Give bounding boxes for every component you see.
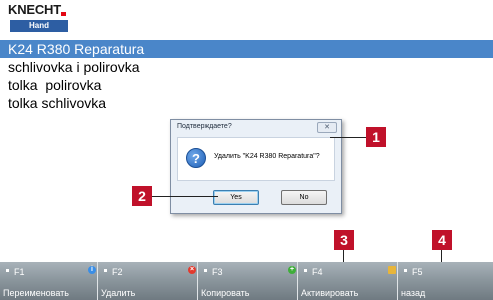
callout-4: 4 <box>432 230 452 250</box>
function-key-bar: F1 Переименовать i F2 Удалить × F3 Копир… <box>0 262 493 300</box>
copy-action: Копировать <box>201 288 250 298</box>
back-action: назад <box>401 288 426 298</box>
delete-action: Удалить <box>101 288 136 298</box>
callout-line-1 <box>330 137 366 138</box>
dialog-body: ? Удалить "K24 R380 Reparatura"? <box>177 137 335 181</box>
delete-icon: × <box>188 266 196 274</box>
f2-label: F2 <box>104 267 123 277</box>
f1-label: F1 <box>6 267 25 277</box>
folder-icon <box>388 266 396 274</box>
f3-label: F3 <box>204 267 223 277</box>
knecht-logo: KNECHT Hand <box>4 2 72 36</box>
dialog-message: Удалить "K24 R380 Reparatura"? <box>214 153 320 160</box>
close-icon[interactable]: ✕ <box>317 122 337 133</box>
dialog-title: Подтверждаете? <box>177 123 232 130</box>
list-item-selected[interactable]: K24 R380 Reparatura <box>0 40 493 58</box>
f3-key[interactable]: × F3 Копировать <box>188 262 298 300</box>
list-item[interactable]: schlivovka i polirovka <box>0 58 493 76</box>
f4-key[interactable]: + F4 Активировать <box>288 262 398 300</box>
logo-sub: Hand <box>10 20 68 32</box>
confirm-dialog: Подтверждаете? ✕ ? Удалить "K24 R380 Rep… <box>170 119 342 214</box>
f2-key[interactable]: i F2 Удалить <box>88 262 198 300</box>
yes-button[interactable]: Yes <box>213 190 259 205</box>
program-list: K24 R380 Reparatura schlivovka i polirov… <box>0 40 493 112</box>
f1-key[interactable]: F1 Переименовать <box>0 262 98 300</box>
f4-label: F4 <box>304 267 323 277</box>
info-icon: i <box>88 266 96 274</box>
activate-action: Активировать <box>301 288 359 298</box>
callout-1: 1 <box>366 127 386 147</box>
f5-label: F5 <box>404 267 423 277</box>
rename-action: Переименовать <box>3 288 69 298</box>
callout-3: 3 <box>334 230 354 250</box>
logo-brand: KNECHT <box>8 2 61 17</box>
callout-line-2 <box>152 196 218 197</box>
f5-key[interactable]: F5 назад <box>388 262 493 300</box>
logo-dot <box>61 12 66 16</box>
no-button[interactable]: No <box>281 190 327 205</box>
question-icon: ? <box>186 148 206 168</box>
list-item[interactable]: tolka polirovka <box>0 76 493 94</box>
add-icon: + <box>288 266 296 274</box>
list-item[interactable]: tolka schlivovka <box>0 94 493 112</box>
callout-2: 2 <box>132 186 152 206</box>
